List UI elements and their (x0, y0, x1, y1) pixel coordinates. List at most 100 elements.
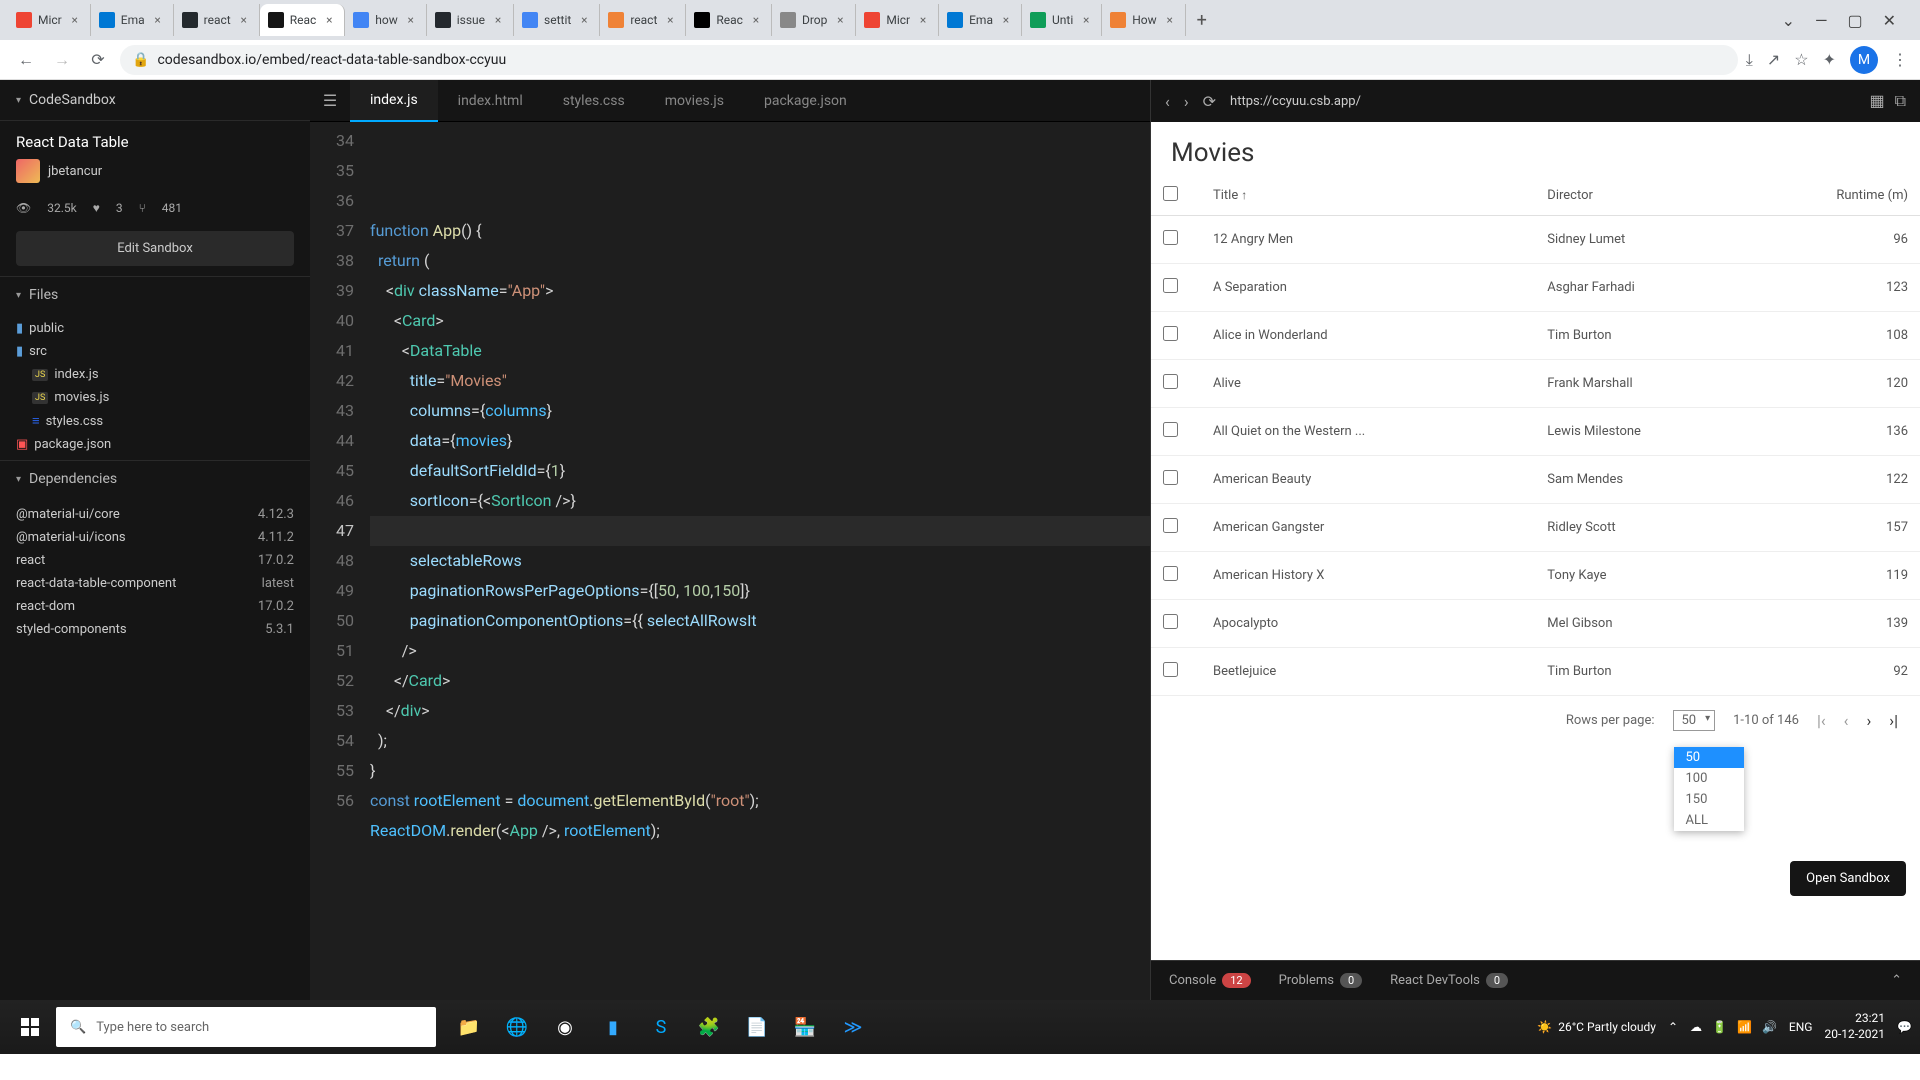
preview-layout-icon[interactable]: ▦ (1869, 91, 1884, 111)
browser-tab[interactable]: Drop× (772, 4, 856, 36)
chrome-icon[interactable]: ◉ (544, 1007, 586, 1047)
row-checkbox[interactable] (1163, 326, 1178, 341)
table-row[interactable]: AliveFrank Marshall120 (1151, 360, 1920, 408)
minimize-icon[interactable]: — (1815, 11, 1828, 30)
notepad-icon[interactable]: 📄 (736, 1007, 778, 1047)
profile-avatar[interactable]: M (1850, 46, 1878, 74)
file-styles-css[interactable]: ≡styles.css (0, 409, 310, 433)
preview-open-icon[interactable]: ⧉ (1895, 91, 1906, 111)
browser-tab[interactable]: react× (600, 4, 686, 36)
browser-tab[interactable]: Ema× (939, 4, 1022, 36)
close-icon[interactable]: × (916, 13, 930, 27)
rpp-option[interactable]: 50 (1674, 747, 1744, 768)
browser-tab[interactable]: Micr× (856, 4, 939, 36)
col-title[interactable]: Title↑ (1213, 188, 1547, 203)
dependency-item[interactable]: react17.0.2 (16, 549, 294, 572)
rpp-option[interactable]: 100 (1674, 768, 1744, 789)
weather-widget[interactable]: ☀️ 26°C Partly cloudy (1537, 1020, 1656, 1034)
close-icon[interactable]: × (237, 13, 251, 27)
install-icon[interactable]: ⤓ (1746, 50, 1753, 70)
table-row[interactable]: All Quiet on the Western ...Lewis Milest… (1151, 408, 1920, 456)
close-icon[interactable]: × (663, 13, 677, 27)
hamburger-icon[interactable]: ☰ (310, 81, 350, 121)
close-icon[interactable]: × (68, 13, 82, 27)
editor-tab[interactable]: styles.css (543, 80, 645, 122)
editor-tab[interactable]: index.js (350, 80, 438, 122)
problems-tab[interactable]: Problems0 (1279, 973, 1363, 988)
preview-back-button[interactable]: ‹ (1165, 92, 1170, 111)
extensions-icon[interactable]: ✦ (1823, 50, 1836, 69)
folder-src[interactable]: ▮src (0, 340, 310, 363)
row-checkbox[interactable] (1163, 518, 1178, 533)
files-section[interactable]: ▾ Files (0, 276, 310, 313)
col-runtime[interactable]: Runtime (m) (1798, 188, 1908, 203)
row-checkbox[interactable] (1163, 374, 1178, 389)
tray-chevron-icon[interactable]: ⌃ (1668, 1020, 1678, 1034)
table-row[interactable]: Alice in WonderlandTim Burton108 (1151, 312, 1920, 360)
taskbar-search[interactable]: 🔍 Type here to search (56, 1007, 436, 1047)
close-icon[interactable]: × (322, 13, 336, 27)
prev-page-button[interactable]: ‹ (1844, 711, 1849, 730)
row-checkbox[interactable] (1163, 470, 1178, 485)
browser-tab[interactable]: Ema× (91, 4, 174, 36)
row-checkbox[interactable] (1163, 614, 1178, 629)
battery-icon[interactable]: 🔋 (1712, 1020, 1727, 1034)
sidebar-header[interactable]: ▾ CodeSandbox (0, 80, 310, 121)
file-movies-js[interactable]: JSmovies.js (0, 386, 310, 409)
close-icon[interactable]: × (833, 13, 847, 27)
file-package-json[interactable]: ▣package.json (0, 433, 310, 456)
table-row[interactable]: A SeparationAsghar Farhadi123 (1151, 264, 1920, 312)
row-checkbox[interactable] (1163, 662, 1178, 677)
close-icon[interactable]: × (749, 13, 763, 27)
row-checkbox[interactable] (1163, 230, 1178, 245)
folder-public[interactable]: ▮public (0, 317, 310, 340)
wifi-icon[interactable]: 📶 (1737, 1020, 1752, 1034)
deps-section[interactable]: ▾ Dependencies (0, 460, 310, 497)
next-page-button[interactable]: › (1866, 711, 1871, 730)
browser-tab[interactable]: settit× (514, 4, 600, 36)
edge-icon[interactable]: 🌐 (496, 1007, 538, 1047)
close-icon[interactable]: × (491, 13, 505, 27)
react-devtools-tab[interactable]: React DevTools0 (1390, 973, 1508, 988)
file-index-js[interactable]: JSindex.js (0, 363, 310, 386)
browser-tab[interactable]: Unti× (1022, 4, 1102, 36)
rpp-option[interactable]: 150 (1674, 789, 1744, 810)
rpp-option[interactable]: ALL (1674, 810, 1744, 831)
dependency-item[interactable]: @material-ui/icons4.11.2 (16, 526, 294, 549)
table-row[interactable]: American History XTony Kaye119 (1151, 552, 1920, 600)
close-icon[interactable]: × (404, 13, 418, 27)
table-row[interactable]: BeetlejuiceTim Burton92 (1151, 648, 1920, 696)
dependency-item[interactable]: react-data-table-componentlatest (16, 572, 294, 595)
editor-tab[interactable]: index.html (438, 80, 543, 122)
first-page-button[interactable]: |‹ (1817, 711, 1826, 730)
app-icon[interactable]: 🧩 (688, 1007, 730, 1047)
start-button[interactable] (8, 1007, 52, 1047)
preview-forward-button[interactable]: › (1184, 92, 1189, 111)
browser-tab[interactable]: How× (1102, 4, 1185, 36)
share-icon[interactable]: ↗ (1767, 50, 1780, 69)
language-indicator[interactable]: ENG (1789, 1020, 1813, 1034)
dependency-item[interactable]: @material-ui/core4.12.3 (16, 503, 294, 526)
project-user[interactable]: jbetancur (16, 159, 294, 183)
table-row[interactable]: 12 Angry MenSidney Lumet96 (1151, 216, 1920, 264)
notifications-icon[interactable]: 💬 (1897, 1020, 1912, 1034)
table-row[interactable]: American BeautySam Mendes122 (1151, 456, 1920, 504)
edit-sandbox-button[interactable]: Edit Sandbox (16, 231, 294, 266)
editor-tab[interactable]: package.json (744, 80, 867, 122)
store-icon[interactable]: 🏪 (784, 1007, 826, 1047)
skype-icon[interactable]: S (640, 1007, 682, 1047)
close-icon[interactable]: × (1163, 13, 1177, 27)
vscode2-icon[interactable]: ≫ (832, 1007, 874, 1047)
close-icon[interactable]: × (999, 13, 1013, 27)
maximize-icon[interactable]: ▢ (1847, 11, 1862, 30)
row-checkbox[interactable] (1163, 422, 1178, 437)
rows-per-page-select[interactable]: 50 50100150ALL (1673, 710, 1716, 731)
clock[interactable]: 23:21 20-12-2021 (1824, 1011, 1885, 1042)
console-tab[interactable]: Console12 (1169, 973, 1251, 988)
last-page-button[interactable]: ›| (1889, 711, 1898, 730)
back-button[interactable]: ← (12, 46, 40, 74)
row-checkbox[interactable] (1163, 278, 1178, 293)
new-tab-button[interactable]: + (1186, 4, 1218, 36)
forward-button[interactable]: → (48, 46, 76, 74)
browser-tab[interactable]: Reac× (260, 4, 346, 36)
